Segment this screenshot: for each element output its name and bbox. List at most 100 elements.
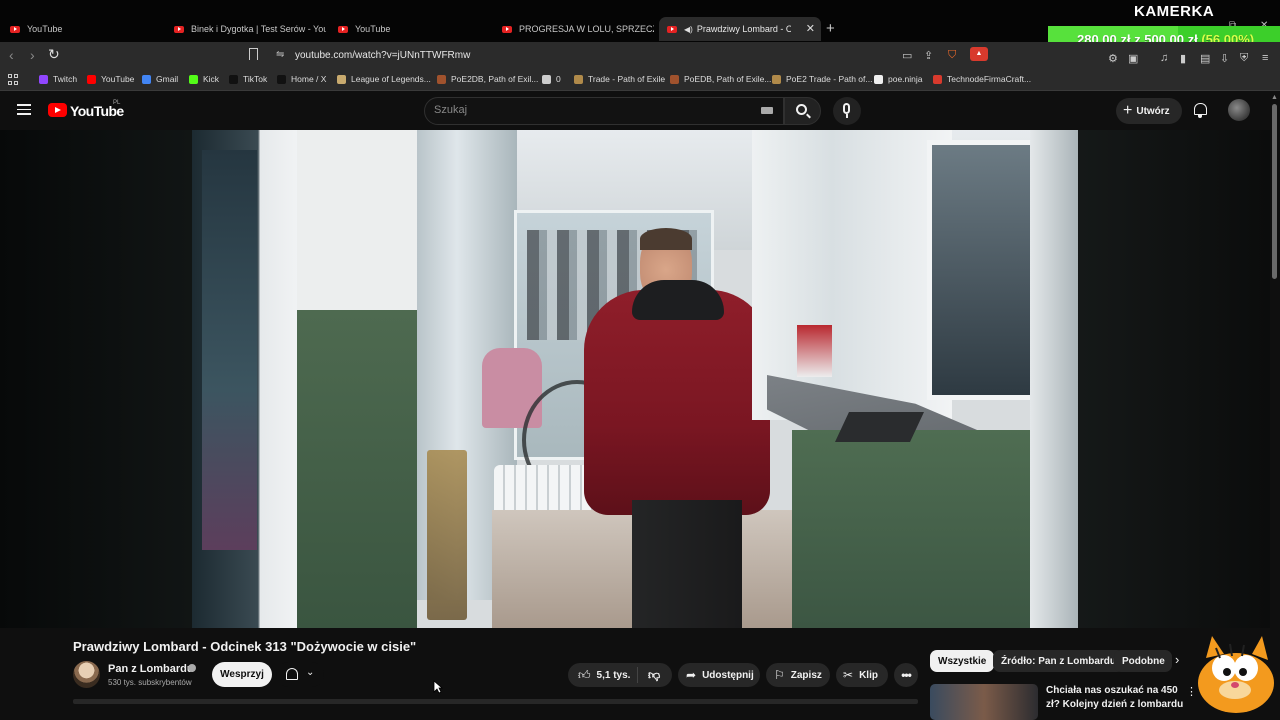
lol-icon bbox=[337, 74, 346, 84]
bookmark-item[interactable]: TikTok bbox=[229, 74, 267, 84]
chip-source-channel[interactable]: Źródło: Pan z Lombardu bbox=[993, 650, 1124, 672]
clip-button[interactable]: ✂ Klip bbox=[836, 663, 888, 687]
keyboard-icon[interactable] bbox=[761, 107, 773, 114]
share-page-icon[interactable]: ⇪ bbox=[924, 49, 933, 62]
close-tab-icon[interactable]: ✕ bbox=[806, 22, 815, 35]
bookmark-item[interactable]: PoE2DB, Path of Exil... bbox=[437, 74, 538, 84]
video-person-hood bbox=[632, 280, 724, 320]
like-button[interactable]: 👍︎ 5,1 tys. bbox=[568, 667, 638, 683]
microphone-stand bbox=[846, 114, 848, 118]
browser-tab[interactable]: YouTube bbox=[2, 17, 162, 41]
chip-all[interactable]: Wszystkie bbox=[930, 650, 995, 672]
forward-arrow-icon[interactable]: › bbox=[30, 47, 35, 63]
sidebar-icon[interactable]: ▮ bbox=[1180, 52, 1186, 65]
speaker-icon[interactable]: ◀) bbox=[684, 25, 693, 34]
support-button[interactable]: Wesprzyj bbox=[212, 662, 272, 687]
video-green-wall-left bbox=[297, 310, 417, 628]
reload-icon[interactable]: ↻ bbox=[48, 46, 60, 63]
subscription-bell-button[interactable] bbox=[276, 662, 324, 687]
new-tab-button[interactable]: + bbox=[826, 20, 835, 37]
search-icon bbox=[796, 104, 807, 115]
recommended-video-thumbnail[interactable] bbox=[930, 684, 1038, 720]
video-counter-window bbox=[752, 130, 952, 420]
menu-icon[interactable]: ≡ bbox=[1262, 52, 1268, 64]
hamburger-menu-icon[interactable] bbox=[17, 104, 31, 115]
description-box[interactable] bbox=[73, 699, 918, 704]
channel-avatar[interactable] bbox=[73, 661, 100, 688]
url-field[interactable]: youtube.com/watch?v=jUNnTTWFRmw bbox=[295, 50, 470, 61]
video-person-jacket bbox=[584, 290, 770, 515]
youtube-favicon-icon bbox=[502, 25, 512, 33]
bookmark-item[interactable]: YouTube bbox=[87, 74, 134, 84]
back-arrow-icon[interactable]: ‹ bbox=[9, 47, 14, 63]
media-control-icon[interactable]: ▭ bbox=[902, 49, 912, 62]
vpn-shield-icon[interactable]: ⛨ bbox=[1240, 52, 1248, 65]
channel-name[interactable]: Pan z Lombardu bbox=[108, 663, 194, 675]
brave-shield-icon[interactable]: ⛉ bbox=[948, 49, 956, 62]
bookmark-item[interactable]: 0 bbox=[542, 74, 561, 84]
poe2db-icon bbox=[437, 74, 446, 84]
page-scrollbar-thumb[interactable] bbox=[1272, 104, 1277, 279]
recommended-video-title[interactable]: Chciała nas oszukać na 450 zł? Kolejny d… bbox=[1046, 684, 1184, 712]
extension-icon[interactable]: ▣ bbox=[1128, 52, 1138, 65]
bookmark-item[interactable]: PoE2 Trade - Path of... bbox=[772, 74, 872, 84]
more-horizontal-icon: ••• bbox=[901, 668, 912, 682]
tiktok-icon bbox=[229, 74, 238, 84]
search-box[interactable] bbox=[424, 97, 784, 125]
tab-title: YouTube bbox=[355, 24, 391, 34]
kick-icon bbox=[189, 74, 198, 84]
x-icon bbox=[277, 74, 286, 84]
save-button[interactable]: ⚐ Zapisz bbox=[766, 663, 830, 687]
bookmark-page-icon[interactable] bbox=[249, 48, 258, 60]
dislike-button[interactable]: 👎︎ bbox=[638, 668, 660, 683]
scroll-up-arrow-icon[interactable]: ▲ bbox=[1271, 94, 1278, 101]
extension-icon[interactable]: ⚙ bbox=[1108, 52, 1118, 65]
site-info-icon[interactable]: ⇋ bbox=[276, 49, 284, 60]
wallet-icon[interactable]: ▤ bbox=[1200, 52, 1210, 65]
music-extension-icon[interactable]: ♫ bbox=[1160, 52, 1168, 64]
bookmark-item[interactable]: Twitch bbox=[39, 74, 77, 84]
video-player[interactable] bbox=[192, 130, 1078, 628]
like-dislike-group: 👍︎ 5,1 tys. 👎︎ bbox=[568, 663, 672, 687]
bookmark-item[interactable]: Gmail bbox=[142, 74, 178, 84]
share-button[interactable]: ➦ Udostępnij bbox=[678, 663, 760, 687]
bookmark-label: League of Legends... bbox=[351, 74, 431, 84]
bookmark-icon: ⚐ bbox=[774, 668, 785, 682]
youtube-icon bbox=[87, 74, 96, 84]
browser-tab[interactable]: PROGRESJA W LOLU, SPRZECZKI Z RI bbox=[494, 17, 654, 41]
plus-icon: + bbox=[1123, 102, 1133, 119]
share-arrow-icon: ➦ bbox=[686, 668, 697, 682]
bookmark-item[interactable]: PoEDB, Path of Exile... bbox=[670, 74, 771, 84]
poedb-icon bbox=[670, 74, 679, 84]
search-input[interactable]: Szukaj bbox=[434, 104, 467, 116]
bookmark-item[interactable]: Kick bbox=[189, 74, 219, 84]
browser-tab[interactable]: Binek i Dygotka | Test Serów - YouTube bbox=[166, 17, 326, 41]
technode-icon bbox=[933, 74, 942, 84]
user-avatar[interactable] bbox=[1228, 99, 1250, 121]
bookmark-label: PoE2DB, Path of Exil... bbox=[451, 74, 539, 84]
bookmark-item[interactable]: Home / X bbox=[277, 74, 326, 84]
youtube-logo-icon[interactable] bbox=[48, 103, 67, 117]
clip-label: Klip bbox=[859, 669, 878, 681]
camera-label: KAMERKA bbox=[1134, 3, 1215, 20]
browser-tab-active[interactable]: ◀) Prawdziwy Lombard - Odcinek ✕ bbox=[659, 17, 821, 41]
bookmark-item[interactable]: Trade - Path of Exile bbox=[574, 74, 665, 84]
browser-tab[interactable]: YouTube bbox=[330, 17, 490, 41]
apps-grid-icon[interactable] bbox=[8, 74, 19, 85]
create-label: Utwórz bbox=[1136, 105, 1170, 117]
bookmark-item[interactable]: poe.ninja bbox=[874, 74, 923, 84]
chip-similar[interactable]: Podobne bbox=[1114, 650, 1172, 672]
create-button[interactable]: + Utwórz bbox=[1116, 98, 1182, 124]
video-title: Prawdziwy Lombard - Odcinek 313 "Dożywoc… bbox=[73, 639, 417, 654]
download-icon[interactable]: ⇩ bbox=[1220, 52, 1229, 65]
tab-title: Prawdziwy Lombard - Odcinek bbox=[696, 24, 791, 34]
bookmark-item[interactable]: League of Legends... bbox=[337, 74, 431, 84]
notifications-bell-icon[interactable] bbox=[1194, 103, 1207, 118]
youtube-favicon-icon bbox=[338, 25, 348, 33]
more-actions-button[interactable]: ••• bbox=[894, 663, 918, 687]
bookmark-item[interactable]: TechnodeFirmaCraft... bbox=[933, 74, 1031, 84]
verified-badge-icon bbox=[188, 664, 196, 672]
tab-title: YouTube bbox=[27, 24, 63, 34]
chevron-right-icon[interactable]: › bbox=[1175, 652, 1179, 667]
rewards-extension-icon[interactable]: ▲ bbox=[970, 47, 988, 61]
